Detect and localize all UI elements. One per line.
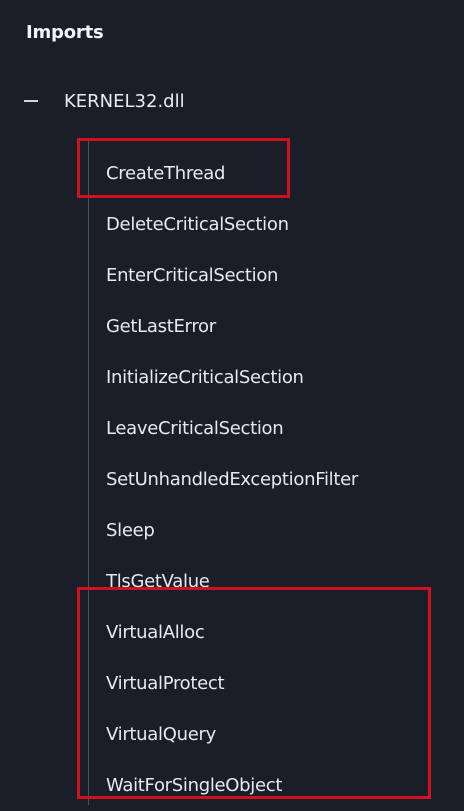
imports-panel: Imports KERNEL32.dll CreateThread Delete… (0, 0, 464, 808)
function-item-tlsgetvalue[interactable]: TlsGetValue (106, 556, 358, 607)
function-item-virtualprotect[interactable]: VirtualProtect (106, 658, 358, 709)
function-item-leavecriticalsection[interactable]: LeaveCriticalSection (106, 403, 358, 454)
collapse-icon[interactable] (20, 90, 42, 112)
function-item-deletecriticalsection[interactable]: DeleteCriticalSection (106, 199, 358, 250)
function-item-createthread[interactable]: CreateThread (106, 148, 358, 199)
tree-guide-line (88, 140, 89, 805)
imported-functions-list: CreateThread DeleteCriticalSection Enter… (106, 148, 358, 811)
function-item-virtualalloc[interactable]: VirtualAlloc (106, 607, 358, 658)
function-item-initializecriticalsection[interactable]: InitializeCriticalSection (106, 352, 358, 403)
function-item-virtualquery[interactable]: VirtualQuery (106, 709, 358, 760)
dll-label: KERNEL32.dll (64, 90, 185, 112)
function-item-setunhandledexceptionfilter[interactable]: SetUnhandledExceptionFilter (106, 454, 358, 505)
imports-title: Imports (26, 22, 104, 43)
dll-node-kernel32[interactable]: KERNEL32.dll (20, 86, 185, 116)
function-item-waitforsingleobject[interactable]: WaitForSingleObject (106, 760, 358, 811)
function-item-sleep[interactable]: Sleep (106, 505, 358, 556)
function-item-entercriticalsection[interactable]: EnterCriticalSection (106, 250, 358, 301)
function-item-getlasterror[interactable]: GetLastError (106, 301, 358, 352)
